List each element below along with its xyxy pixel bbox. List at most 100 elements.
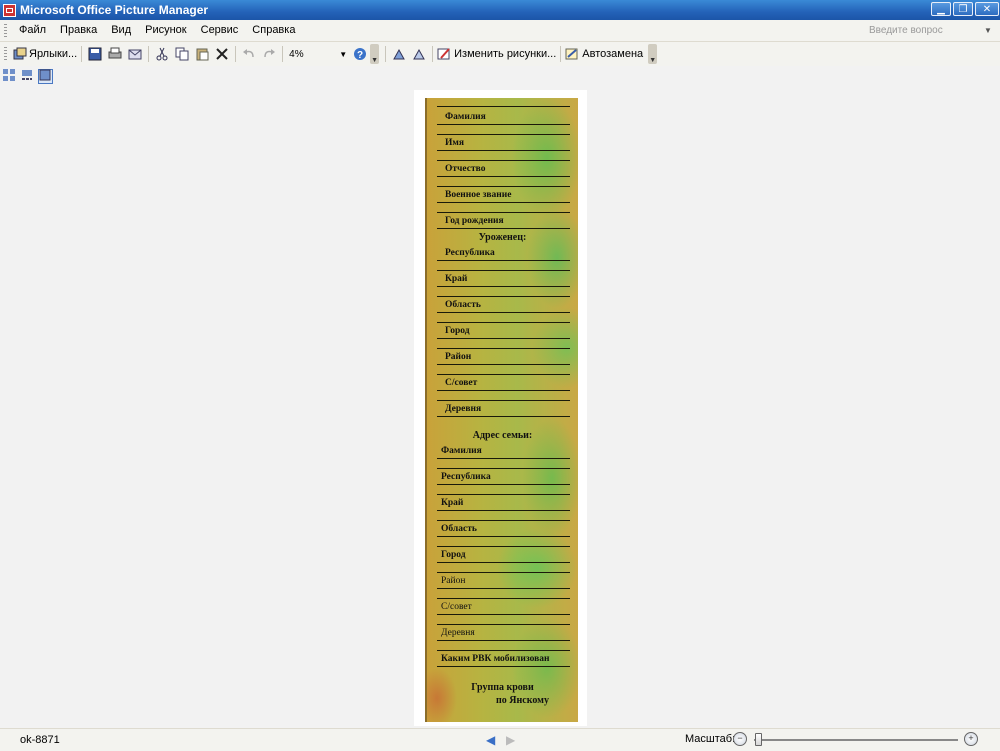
help-search-placeholder: Введите вопрос <box>869 24 943 36</box>
form-label: Деревня <box>445 404 482 414</box>
form-rule <box>437 520 570 521</box>
menu-grip[interactable] <box>4 23 7 38</box>
minimize-button[interactable]: ▁ <box>931 2 951 16</box>
form-label: Фамилия <box>445 112 486 122</box>
email-button[interactable] <box>126 44 144 64</box>
printer-icon <box>108 47 122 61</box>
menu-view[interactable]: Вид <box>104 20 138 41</box>
form-rule <box>437 296 570 297</box>
toolbar-separator <box>282 46 284 62</box>
zoom-value: 4% <box>289 48 304 60</box>
menu-file[interactable]: Файл <box>12 20 53 41</box>
form-rule <box>437 374 570 375</box>
form-footer-blood-group: Группа крови <box>471 682 534 693</box>
form-rule <box>437 572 570 573</box>
thumbnail-view-button[interactable] <box>2 69 17 84</box>
scanned-form: Фамилия Имя Отчество Военное звание Год … <box>425 98 578 722</box>
form-rule <box>437 364 570 365</box>
form-label: Район <box>441 576 466 586</box>
filmstrip-view-button[interactable] <box>20 69 35 84</box>
form-label: С/совет <box>445 378 478 388</box>
form-rule <box>437 312 570 313</box>
picture-preview[interactable]: Фамилия Имя Отчество Военное звание Год … <box>414 90 587 726</box>
print-button[interactable] <box>106 44 124 64</box>
copy-icon <box>175 47 189 61</box>
zoom-label: Масштаб: <box>685 733 736 745</box>
toolbar-grip[interactable] <box>4 47 7 61</box>
form-rule <box>437 468 570 469</box>
chevron-down-icon[interactable]: ▼ <box>339 50 347 59</box>
edit-pictures-button[interactable]: Изменить рисунки... <box>437 44 556 64</box>
file-name: ok-8871 <box>20 734 60 746</box>
previous-picture-button[interactable]: ◀ <box>486 733 495 747</box>
autocorrect-button[interactable]: Автозамена <box>565 44 643 64</box>
form-rule <box>437 562 570 563</box>
form-rule <box>437 228 570 229</box>
toolbar-separator <box>560 46 562 62</box>
form-rule <box>437 286 570 287</box>
chevron-down-icon[interactable]: ▼ <box>984 23 994 39</box>
zoom-slider-thumb[interactable] <box>755 733 762 746</box>
next-picture-button[interactable]: ▶ <box>506 733 515 747</box>
toolbar-options-chevron[interactable]: ▼ <box>648 44 658 64</box>
rotate-right-button[interactable] <box>410 44 428 64</box>
form-rule <box>437 416 570 417</box>
form-label: Отчество <box>445 164 486 174</box>
paste-icon <box>195 47 209 61</box>
paste-button[interactable] <box>193 44 211 64</box>
redo-icon <box>262 47 276 61</box>
shortcuts-icon <box>13 47 27 61</box>
form-rule <box>437 338 570 339</box>
form-rule <box>437 348 570 349</box>
form-rule <box>437 400 570 401</box>
form-rule <box>437 260 570 261</box>
close-button[interactable]: ✕ <box>975 2 999 16</box>
form-rule <box>437 160 570 161</box>
help-button[interactable]: ? <box>351 44 369 64</box>
view-mode-bar <box>0 67 72 85</box>
form-label: Деревня <box>441 628 475 638</box>
delete-x-icon <box>215 47 229 61</box>
toolbar-options-chevron[interactable]: ▼ <box>370 44 380 64</box>
form-rule <box>437 270 570 271</box>
copy-button[interactable] <box>173 44 191 64</box>
zoom-in-icon[interactable]: + <box>964 732 978 746</box>
zoom-combo[interactable]: 4% ▼ <box>286 46 350 62</box>
standard-toolbar: Ярлыки... 4% ▼ ? ▼ Изменить рисунки... А… <box>0 42 1000 66</box>
shortcuts-button[interactable]: Ярлыки... <box>13 44 77 64</box>
zoom-out-icon[interactable]: − <box>733 732 747 746</box>
menu-bar: Файл Правка Вид Рисунок Сервис Справка В… <box>0 20 1000 42</box>
form-rule <box>437 494 570 495</box>
picture-canvas[interactable]: Фамилия Имя Отчество Военное звание Год … <box>0 86 1000 726</box>
menu-tools[interactable]: Сервис <box>194 20 246 41</box>
undo-button[interactable] <box>240 44 258 64</box>
svg-text:?: ? <box>357 50 363 61</box>
shortcuts-label: Ярлыки... <box>29 48 78 60</box>
form-rule <box>437 390 570 391</box>
form-rule <box>437 588 570 589</box>
redo-button[interactable] <box>260 44 278 64</box>
single-picture-view-button[interactable] <box>38 68 53 84</box>
restore-button[interactable]: ❐ <box>953 2 973 16</box>
form-rule <box>437 458 570 459</box>
menu-help[interactable]: Справка <box>245 20 302 41</box>
form-rule <box>437 536 570 537</box>
menu-edit[interactable]: Правка <box>53 20 104 41</box>
rotate-right-icon <box>412 47 426 61</box>
window-title: Microsoft Office Picture Manager <box>20 3 209 17</box>
form-label: Край <box>445 274 468 284</box>
form-label: Год рождения <box>445 216 504 226</box>
rotate-left-button[interactable] <box>390 44 408 64</box>
filmstrip-icon <box>21 69 34 83</box>
picture-manager-app-icon[interactable] <box>3 3 16 17</box>
help-search-box[interactable]: Введите вопрос ▼ <box>866 23 994 39</box>
form-rule <box>437 176 570 177</box>
form-label: Республика <box>445 248 495 258</box>
zoom-slider-track[interactable] <box>754 739 958 741</box>
menu-picture[interactable]: Рисунок <box>138 20 194 41</box>
delete-button[interactable] <box>213 44 231 64</box>
form-rule <box>437 212 570 213</box>
form-label: Район <box>445 352 472 362</box>
save-button[interactable] <box>86 44 104 64</box>
cut-button[interactable] <box>153 44 171 64</box>
